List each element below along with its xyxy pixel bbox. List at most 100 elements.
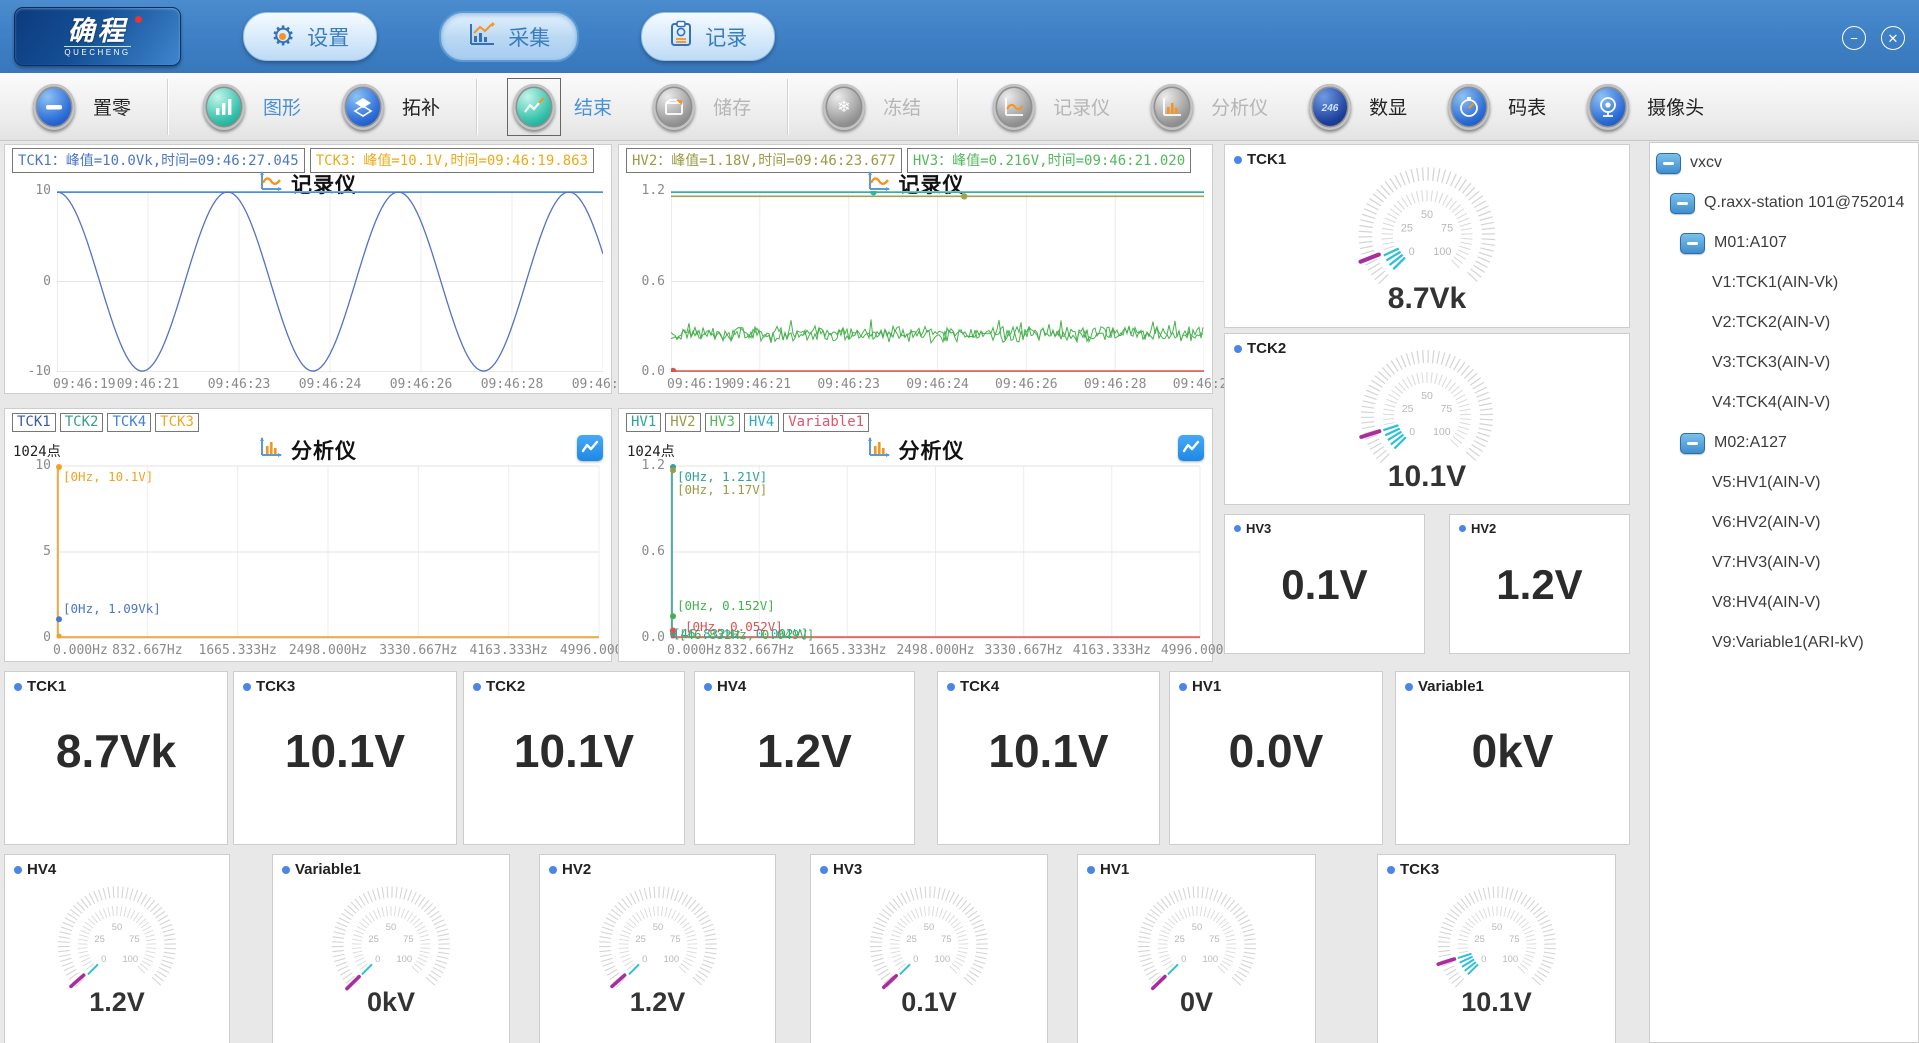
channel-name: Variable1 xyxy=(1418,678,1484,695)
digital-value: 0.1V xyxy=(1225,561,1424,609)
tree-item-v2[interactable]: V2:TCK2(AIN-V) xyxy=(1650,303,1918,343)
acquire-button[interactable]: 采集 xyxy=(439,11,579,62)
toolbar-item-摄像头[interactable]: 摄像头 xyxy=(1582,79,1704,135)
channel-name: HV4 xyxy=(717,678,746,695)
channel-tab-Variable1[interactable]: Variable1 xyxy=(783,413,869,432)
tree-collapse-icon[interactable] xyxy=(1656,153,1681,174)
digits-icon: 246 xyxy=(1309,84,1351,130)
toolbar-item-图形[interactable]: 图形 xyxy=(198,79,301,135)
channel-tab-TCK2[interactable]: TCK2 xyxy=(60,413,104,432)
toolbar-item-冻结[interactable]: ❄冻结 xyxy=(818,79,921,135)
channel-dot-icon xyxy=(243,683,251,691)
digital-panel-label: HV3 xyxy=(1234,521,1271,536)
svg-text:0: 0 xyxy=(1181,954,1186,964)
digital-panel-hv2: HV2 1.2V xyxy=(1449,514,1630,654)
tree-collapse-icon[interactable] xyxy=(1670,193,1695,214)
channel-tab-TCK3[interactable]: TCK3 xyxy=(155,413,199,432)
channel-dot-icon xyxy=(704,683,712,691)
digital-value: 10.1V xyxy=(938,724,1159,778)
channel-name: HV3 xyxy=(833,861,862,878)
minimize-button[interactable]: − xyxy=(1842,26,1866,50)
app-window: 确程 QUECHENG ⚙ 设置 采集 xyxy=(0,0,1919,1043)
toolbar-item-label: 数显 xyxy=(1369,93,1407,120)
tree-item-v1[interactable]: V1:TCK1(AIN-Vk) xyxy=(1650,263,1918,303)
tree-item-label: V7:HV3(AIN-V) xyxy=(1712,554,1820,572)
svg-text:100: 100 xyxy=(934,954,950,964)
digital-panel-label: TCK3 xyxy=(243,678,295,695)
gauge-panel-label: HV2 xyxy=(549,861,591,878)
toolbar-item-分析仪[interactable]: 分析仪 xyxy=(1146,79,1268,135)
tree-item-q.raxx-station 101@752014[interactable]: Q.raxx-station 101@752014 xyxy=(1650,183,1918,223)
toolbar-item-结束[interactable]: 结束 xyxy=(507,78,612,136)
tree-item-m01[interactable]: M01:A107 xyxy=(1650,223,1918,263)
gauge-value: 1.2V xyxy=(5,987,229,1018)
x-axis-tick-label: 09:46:26 xyxy=(390,377,453,392)
svg-text:75: 75 xyxy=(1441,222,1453,234)
toolbar-item-label: 储存 xyxy=(713,93,751,120)
tree-collapse-icon[interactable] xyxy=(1680,233,1705,254)
svg-text:50: 50 xyxy=(386,922,396,932)
x-axis-tick-label: 0.000Hz xyxy=(667,643,722,658)
digital-panel-hv1: HV10.0V xyxy=(1169,671,1383,845)
toolbar-item-拓补[interactable]: 拓补 xyxy=(337,79,440,135)
analyzer-title-icon xyxy=(867,437,891,463)
record-button[interactable]: 记录 xyxy=(641,12,775,61)
tree-item-v8[interactable]: V8:HV4(AIN-V) xyxy=(1650,583,1918,623)
toolbar-divider xyxy=(787,79,788,135)
channel-name: TCK2 xyxy=(486,678,525,695)
toolbar-item-码表[interactable]: 码表 xyxy=(1443,79,1546,135)
toolbar-item-储存[interactable]: 储存 xyxy=(648,79,751,135)
analyzer-chart-toggle-button[interactable] xyxy=(577,435,603,461)
tree-collapse-icon[interactable] xyxy=(1680,433,1705,454)
svg-text:25: 25 xyxy=(635,934,645,944)
spectrum-annotation: [0Hz, 1.17V] xyxy=(677,482,767,497)
tree-item-v3[interactable]: V3:TCK3(AIN-V) xyxy=(1650,343,1918,383)
save-icon xyxy=(653,84,695,130)
x-axis-tick-label: 832.667Hz xyxy=(112,643,182,658)
tree-item-v7[interactable]: V7:HV3(AIN-V) xyxy=(1650,543,1918,583)
x-axis-tick-label: 2498.000Hz xyxy=(289,643,367,658)
gauge-value: 0.1V xyxy=(811,987,1047,1018)
channel-tab-HV2[interactable]: HV2 xyxy=(665,413,700,432)
tree-item-v4[interactable]: V4:TCK4(AIN-V) xyxy=(1650,383,1918,423)
channel-tab-TCK4[interactable]: TCK4 xyxy=(107,413,151,432)
tree-item-label: V1:TCK1(AIN-Vk) xyxy=(1712,274,1838,292)
x-axis-tick-label: 09:46:23 xyxy=(817,377,880,392)
toolbar-divider xyxy=(476,79,477,135)
x-axis-tick-label: 09:46:24 xyxy=(906,377,969,392)
channel-tab-HV3[interactable]: HV3 xyxy=(705,413,740,432)
channel-tab-TCK1[interactable]: TCK1 xyxy=(12,413,56,432)
channel-dot-icon xyxy=(820,866,828,874)
channel-tab-HV4[interactable]: HV4 xyxy=(744,413,779,432)
toolbar-item-记录仪[interactable]: 记录仪 xyxy=(988,79,1110,135)
svg-text:0: 0 xyxy=(642,954,647,964)
svg-text:0: 0 xyxy=(1409,246,1415,258)
digital-value: 0.0V xyxy=(1170,724,1382,778)
svg-text:75: 75 xyxy=(670,934,680,944)
toolbar-item-数显[interactable]: 246 数显 xyxy=(1304,79,1407,135)
x-axis-tick-label: 2498.000Hz xyxy=(896,643,974,658)
close-button[interactable]: ✕ xyxy=(1881,26,1905,50)
settings-button[interactable]: ⚙ 设置 xyxy=(243,12,377,61)
toolbar-item-label: 拓补 xyxy=(402,93,440,120)
tree-item-v5[interactable]: V5:HV1(AIN-V) xyxy=(1650,463,1918,503)
analyzer-panel-tck: TCK1TCK2TCK4TCK3 1024点 分析仪 xyxy=(4,408,612,662)
spectrum-annotation: [0Hz, 1.09Vk] xyxy=(63,601,161,616)
svg-text:25: 25 xyxy=(1402,403,1414,415)
spectrum-annotation: [0Hz, 10.1V] xyxy=(63,469,153,484)
channel-tab-HV1[interactable]: HV1 xyxy=(626,413,661,432)
digital-value: 1.2V xyxy=(1450,561,1629,609)
svg-text:25: 25 xyxy=(94,934,104,944)
channel-name: TCK3 xyxy=(1400,861,1439,878)
channel-dot-icon xyxy=(1387,866,1395,874)
analyzer-chart-toggle-button[interactable] xyxy=(1178,435,1204,461)
spectrum-annotation: [0Hz, 0.052V] xyxy=(685,619,783,634)
tree-item-m02[interactable]: M02:A127 xyxy=(1650,423,1918,463)
gauge-value: 10.1V xyxy=(1225,460,1629,494)
tree-item-v6[interactable]: V6:HV2(AIN-V) xyxy=(1650,503,1918,543)
toolbar-item-置零[interactable]: 置零 xyxy=(28,79,131,135)
x-axis-tick-label: 09:46:21 xyxy=(729,377,792,392)
tree-item-vxcv[interactable]: vxcv xyxy=(1650,143,1918,183)
y-axis-tick-label: 10 xyxy=(7,458,51,473)
tree-item-v9[interactable]: V9:Variable1(ARI-kV) xyxy=(1650,623,1918,663)
